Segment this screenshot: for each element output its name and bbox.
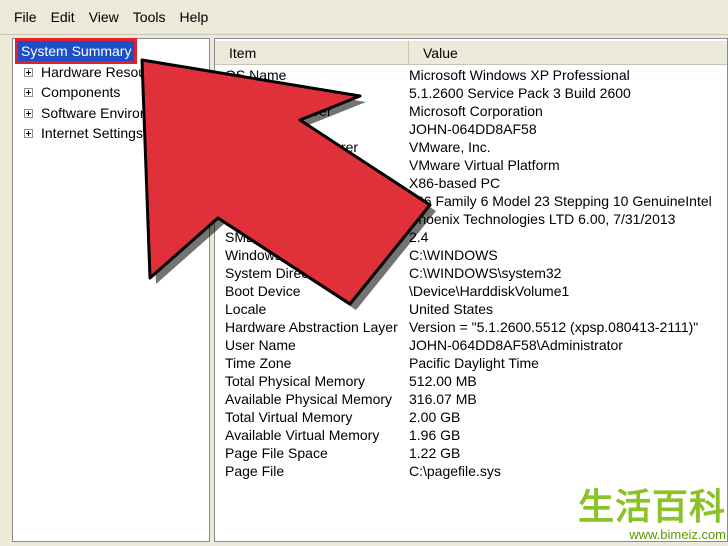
- watermark-url: www.bimeiz.com: [629, 527, 726, 542]
- watermark-logo: 生活百科: [577, 487, 726, 528]
- watermark: 生活百科 www.bimeiz.com: [526, 488, 726, 544]
- red-arrow-pointer: [140, 58, 436, 310]
